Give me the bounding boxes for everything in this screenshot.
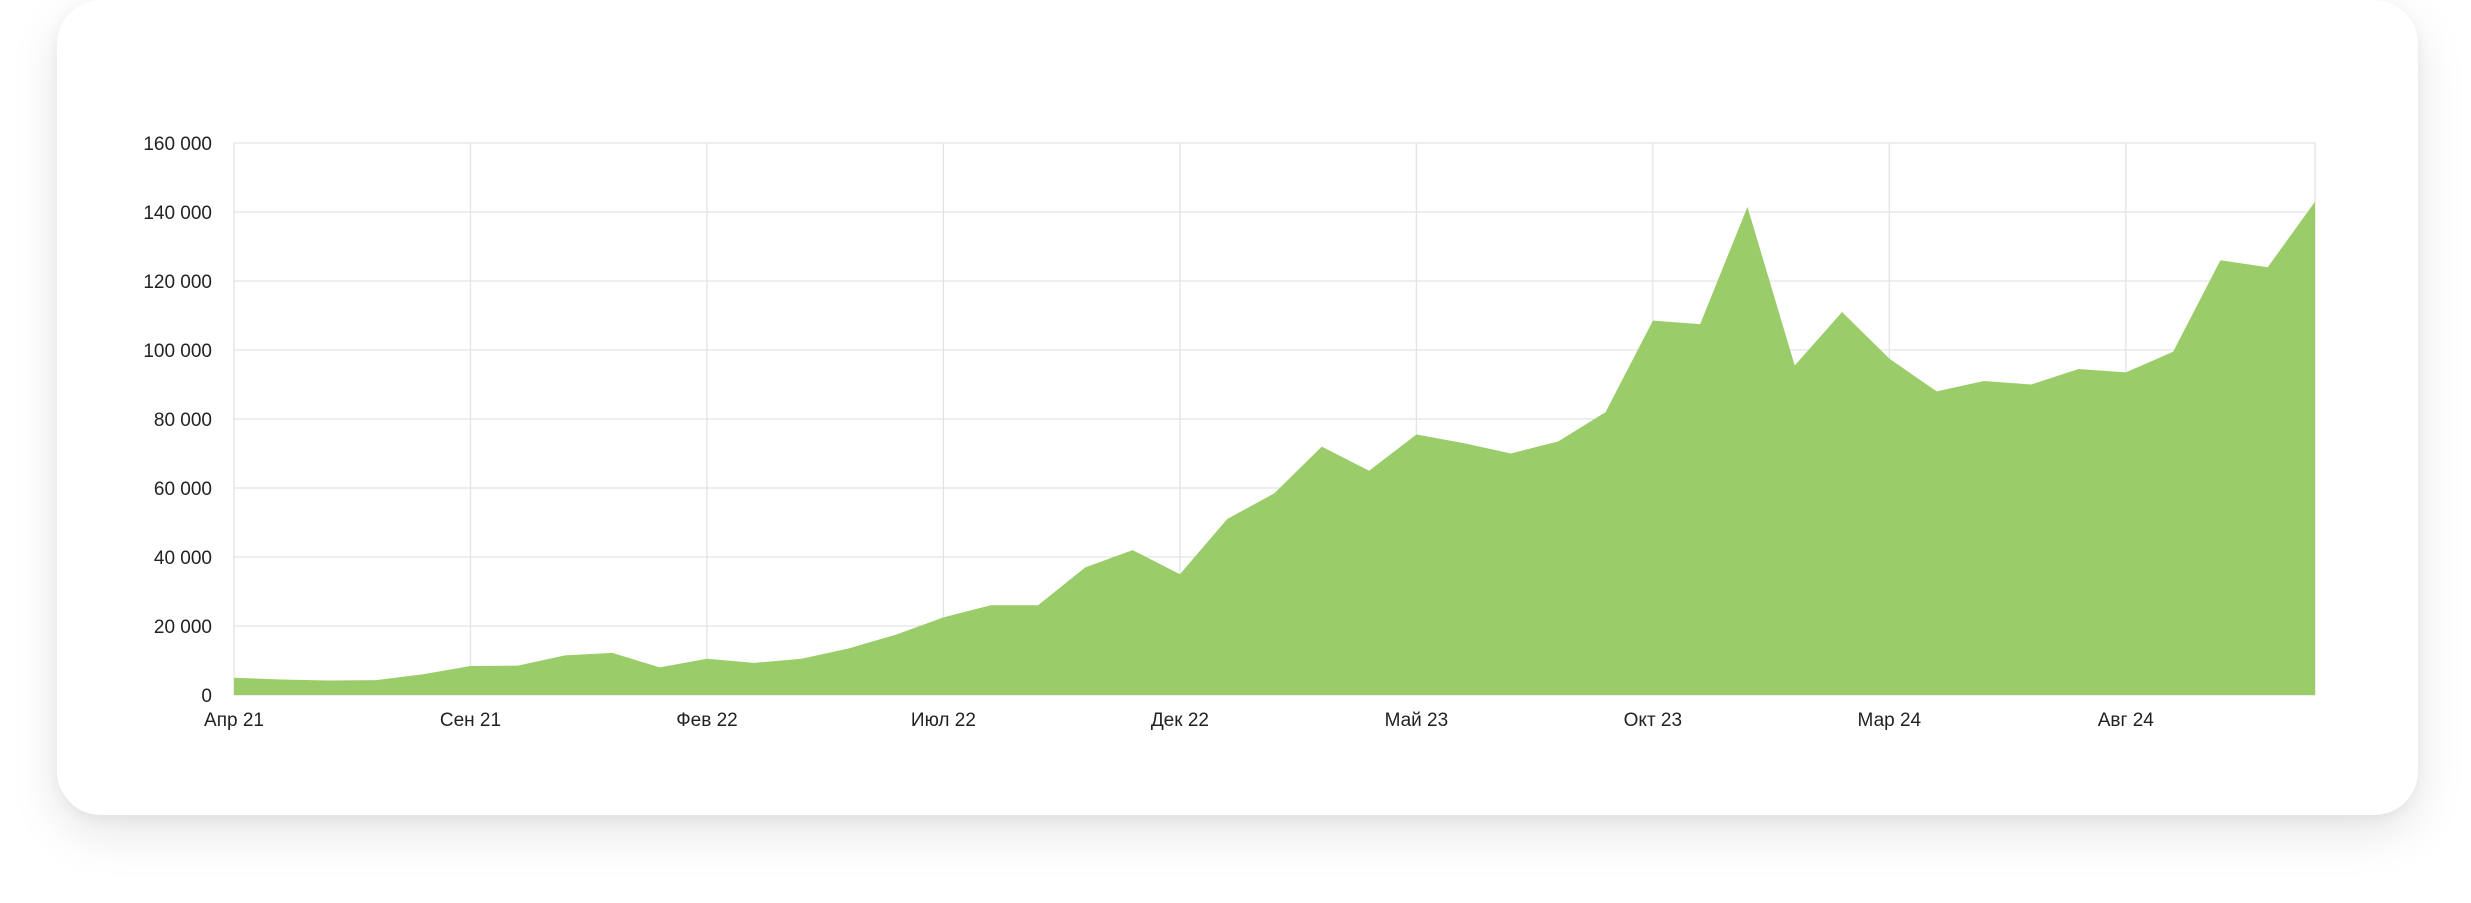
y-tick-label: 20 000 <box>154 617 212 638</box>
area-fill <box>234 201 2315 695</box>
x-tick-label: Мар 24 <box>1858 710 1922 731</box>
series-area <box>234 201 2315 695</box>
x-axis-labels: Апр 21 Сен 21 Фев 22 Июл 22 Дек 22 Май 23 Окт … <box>204 710 2154 731</box>
y-tick-label: 120 000 <box>143 272 212 293</box>
x-tick-label: Фев 22 <box>676 710 738 731</box>
x-tick-label: Июл 22 <box>911 710 976 731</box>
y-tick-label: 100 000 <box>143 341 212 362</box>
area-chart: 0 20 000 40 000 60 000 80 000 100 000 120 000 1… <box>143 134 2316 731</box>
y-tick-label: 140 000 <box>143 203 212 224</box>
y-tick-label: 60 000 <box>154 479 212 500</box>
y-axis-labels: 0 20 000 40 000 60 000 80 000 100 000 120 000 1… <box>143 134 212 707</box>
y-tick-label: 160 000 <box>143 134 212 155</box>
y-tick-label: 0 <box>201 686 212 707</box>
x-tick-label: Авг 24 <box>2098 710 2155 731</box>
x-tick-label: Окт 23 <box>1624 710 1682 731</box>
y-tick-label: 40 000 <box>154 548 212 569</box>
x-tick-label: Дек 22 <box>1151 710 1209 731</box>
y-tick-label: 80 000 <box>154 410 212 431</box>
x-tick-label: Сен 21 <box>440 710 501 731</box>
x-tick-label: Май 23 <box>1385 710 1449 731</box>
x-tick-label: Апр 21 <box>204 710 264 731</box>
